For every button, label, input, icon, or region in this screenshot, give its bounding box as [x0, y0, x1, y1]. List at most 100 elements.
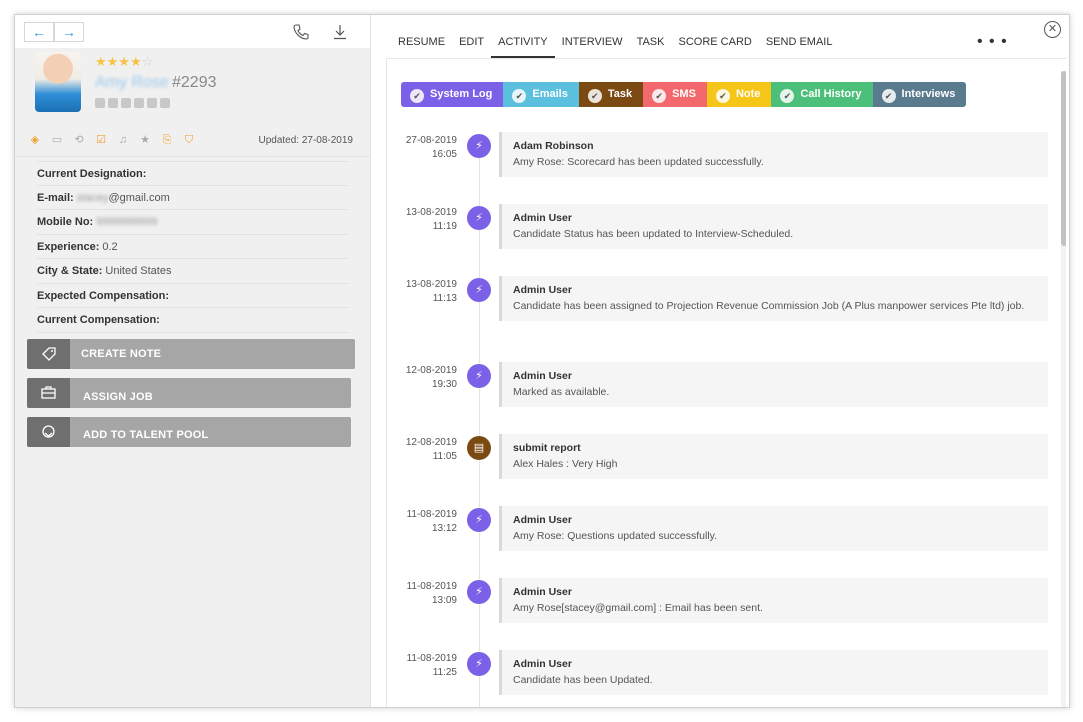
candidate-window: ← → ★★★★☆ Amy Rose #2293 ◈ ▭ ⟲ ☑ ♫ ★ ⎘ ⛉…	[14, 14, 1070, 708]
add-to-talent-pool-button[interactable]: ADD TO TALENT POOL	[27, 417, 351, 447]
timeline-message: Candidate has been assigned to Projectio…	[513, 300, 1025, 312]
scrollbar-thumb[interactable]	[1061, 71, 1066, 246]
github-icon[interactable]	[134, 98, 144, 108]
filter-label: Task	[607, 88, 633, 100]
next-candidate-button[interactable]: →	[54, 22, 84, 42]
filter-call-history[interactable]: ✔ Call History	[771, 82, 873, 107]
timeline-day: 13-08-2019	[405, 207, 457, 218]
timeline-card: Admin User Candidate Status has been upda…	[499, 204, 1048, 249]
candidate-tabs: RESUME EDIT ACTIVITY INTERVIEW TASK SCOR…	[391, 36, 839, 58]
star-rating[interactable]: ★★★★☆	[95, 54, 153, 70]
updated-timestamp: Updated: 27-08-2019	[258, 135, 353, 146]
tab-activity[interactable]: ACTIVITY	[491, 36, 555, 58]
activity-scrollbar[interactable]	[1061, 71, 1066, 707]
filter-system-log[interactable]: ✔ System Log	[401, 82, 504, 107]
tab-send-email[interactable]: SEND EMAIL	[759, 36, 840, 58]
detail-label: Mobile No:	[37, 216, 94, 228]
timeline-title: Admin User	[513, 284, 572, 296]
filter-emails[interactable]: ✔ Emails	[503, 82, 579, 107]
add-to-talent-pool-label: ADD TO TALENT POOL	[83, 429, 209, 441]
detail-label: City & State:	[37, 265, 103, 277]
timeline-message: Amy Rose: Scorecard has been updated suc…	[513, 156, 764, 168]
filter-sms[interactable]: ✔ SMS	[643, 82, 707, 107]
briefcase-icon	[27, 378, 70, 408]
filter-note[interactable]: ✔ Note	[706, 82, 772, 107]
detail-row-current-comp: Current Compensation:	[37, 308, 349, 333]
filter-task[interactable]: ✔ Task	[578, 82, 644, 107]
facebook-icon[interactable]	[95, 98, 105, 108]
stats-icon[interactable]	[160, 98, 170, 108]
timeline-title: Admin User	[513, 370, 572, 382]
phone-icon[interactable]	[292, 23, 310, 41]
skype-icon[interactable]	[147, 98, 157, 108]
tab-edit[interactable]: EDIT	[452, 36, 491, 58]
timeline-day: 12-08-2019	[405, 437, 457, 448]
candidate-name: Amy Rose	[95, 74, 169, 91]
linkedin-icon[interactable]	[121, 98, 131, 108]
shield-icon[interactable]: ⛉	[183, 134, 195, 146]
filter-interviews[interactable]: ✔ Interviews	[872, 82, 967, 107]
social-links	[95, 98, 170, 108]
tab-score-card[interactable]: SCORE CARD	[671, 36, 758, 58]
timeline-title: Admin User	[513, 658, 572, 670]
activity-content: ✔ System Log ✔ Emails ✔ Task ✔ SMS ✔ Note ✔ Ca…	[386, 58, 1066, 707]
tag-icon[interactable]: ◈	[29, 134, 41, 146]
timeline-card: Admin User Marked as available.	[499, 362, 1048, 407]
checkbox-icon[interactable]: ☑	[95, 134, 107, 146]
tab-resume[interactable]: RESUME	[391, 36, 452, 58]
timeline-date: 11-08-2019 13:12	[397, 508, 457, 536]
system-log-icon: ⚡	[467, 278, 491, 302]
bell-icon[interactable]: ♫	[117, 134, 129, 146]
sidebar-topbar: ← →	[15, 15, 370, 48]
rating-stars-filled: ★★★★	[95, 54, 142, 69]
system-log-icon: ⚡	[467, 652, 491, 676]
candidate-profile-header: ★★★★☆ Amy Rose #2293	[15, 48, 370, 125]
timeline-day: 11-08-2019	[406, 509, 457, 520]
tab-task[interactable]: TASK	[630, 36, 672, 58]
download-icon[interactable]	[331, 23, 349, 41]
comment-icon[interactable]: ▭	[51, 134, 63, 146]
timeline-title: submit report	[513, 442, 581, 454]
tab-interview[interactable]: INTERVIEW	[555, 36, 630, 58]
previous-candidate-button[interactable]: ←	[24, 22, 54, 42]
twitter-icon[interactable]	[108, 98, 118, 108]
timeline-time: 11:25	[432, 667, 457, 678]
check-icon: ✔	[881, 89, 896, 103]
timeline-time: 11:05	[432, 451, 457, 462]
timeline-date: 12-08-2019 19:30	[397, 364, 457, 392]
detail-label: E-mail:	[37, 191, 74, 204]
more-options-button[interactable]: • • •	[977, 33, 1008, 51]
assign-job-button[interactable]: ASSIGN JOB	[27, 378, 351, 408]
check-icon: ✔	[780, 89, 795, 103]
detail-row-experience: Experience: 0.2	[37, 235, 349, 259]
detail-row-email: E-mail: stacey@gmail.com	[37, 186, 349, 210]
timeline-date: 12-08-2019 11:05	[397, 436, 457, 464]
check-icon: ✔	[512, 89, 527, 103]
timeline-day: 13-08-2019	[405, 279, 457, 290]
timeline-message: Candidate Status has been updated to Int…	[513, 228, 794, 240]
mobile-hidden-value: 9999999999	[96, 216, 158, 228]
activity-filters: ✔ System Log ✔ Emails ✔ Task ✔ SMS ✔ Note ✔ Ca…	[401, 82, 967, 107]
timeline-title: Admin User	[513, 212, 572, 224]
check-icon: ✔	[652, 89, 667, 103]
detail-value: 0.2	[102, 240, 118, 253]
timeline-title: Admin User	[513, 586, 572, 598]
create-note-button[interactable]: CREATE NOTE	[27, 339, 355, 369]
refresh-icon[interactable]: ⟲	[73, 134, 85, 146]
star-icon[interactable]: ★	[139, 134, 151, 146]
avatar	[35, 52, 81, 112]
close-icon[interactable]: ✕	[1044, 21, 1061, 38]
rating-stars-empty: ☆	[141, 54, 154, 69]
timeline-day: 11-08-2019	[406, 581, 457, 592]
candidate-sidebar: ← → ★★★★☆ Amy Rose #2293 ◈ ▭ ⟲ ☑ ♫ ★ ⎘ ⛉…	[15, 15, 371, 707]
export-icon[interactable]: ⎘	[161, 134, 173, 146]
timeline-day: 12-08-2019	[405, 365, 457, 376]
system-log-icon: ⚡	[467, 364, 491, 388]
timeline-date: 13-08-2019 11:13	[397, 278, 457, 306]
candidate-actions: CREATE NOTE ASSIGN JOB ADD TO TALENT POO…	[27, 339, 355, 456]
system-log-icon: ⚡	[467, 580, 491, 604]
timeline-title: Adam Robinson	[513, 140, 594, 152]
detail-label: Current Compensation:	[37, 314, 160, 326]
updated-label: Updated:	[258, 135, 300, 146]
detail-label: Experience:	[37, 240, 100, 253]
